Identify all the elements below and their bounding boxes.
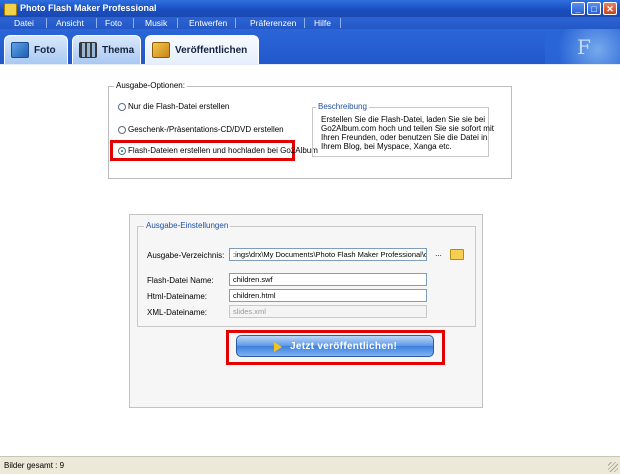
radio-go2album[interactable]	[118, 147, 126, 155]
tab-foto[interactable]: Foto	[4, 35, 68, 64]
publish-button-label: Jetzt veröffentlichen!	[290, 341, 398, 352]
menu-musik[interactable]: Musik	[143, 18, 169, 28]
app-icon	[4, 3, 17, 16]
flash-name-input[interactable]: children.swf	[229, 273, 427, 286]
output-options-legend: Ausgabe-Optionen:	[114, 81, 187, 90]
directory-input[interactable]: :ings\drx\My Documents\Photo Flash Maker…	[229, 248, 427, 261]
menu-hilfe[interactable]: Hilfe	[312, 18, 333, 28]
folder-icon[interactable]	[450, 249, 464, 260]
tab-label: Veröffentlichen	[175, 45, 248, 56]
menu-separator	[177, 18, 178, 28]
html-name-input[interactable]: children.html	[229, 289, 427, 302]
tab-label: Thema	[102, 45, 135, 56]
menu-separator	[340, 18, 341, 28]
menu-datei[interactable]: Datei	[12, 18, 36, 28]
resize-grip-icon[interactable]	[608, 462, 618, 472]
menu-separator	[46, 18, 47, 28]
xml-name-input: slides.xml	[229, 305, 427, 318]
output-settings-legend: Ausgabe-Einstellungen	[144, 221, 231, 230]
menu-separator	[304, 18, 305, 28]
menu-foto[interactable]: Foto	[103, 18, 124, 28]
window-title: Photo Flash Maker Professional	[20, 3, 157, 13]
option-label[interactable]: Nur die Flash-Datei erstellen	[128, 102, 229, 111]
menu-ansicht[interactable]: Ansicht	[54, 18, 86, 28]
description-line: Ihrem Blog, bei Myspace, Xanga etc.	[321, 142, 452, 151]
filmstrip-icon	[79, 42, 97, 58]
menu-praeferenzen[interactable]: Präferenzen	[248, 18, 298, 28]
radio-flash-only[interactable]	[118, 103, 126, 111]
minimize-button[interactable]: _	[571, 2, 585, 15]
photos-icon	[11, 42, 29, 58]
description-line: Ihren Freunden, oder benutzen Sie die Da…	[321, 133, 488, 142]
description-line: Go2Album.com hoch und teilen Sie sie sof…	[321, 124, 494, 133]
menu-entwerfen[interactable]: Entwerfen	[187, 18, 229, 28]
xml-name-label: XML-Dateiname:	[147, 308, 208, 317]
option-label[interactable]: Geschenk-/Präsentations-CD/DVD erstellen	[128, 125, 284, 134]
menu-separator	[235, 18, 236, 28]
publish-icon	[152, 42, 170, 58]
tab-label: Foto	[34, 45, 56, 56]
tab-strip: Foto Thema Veröffentlichen	[0, 29, 620, 65]
flash-name-label: Flash-Datei Name:	[147, 276, 214, 285]
description-legend: Beschreibung	[316, 102, 369, 111]
tab-thema[interactable]: Thema	[72, 35, 141, 64]
menu-bar: Datei Ansicht Foto Musik Entwerfen Präfe…	[0, 17, 620, 29]
menu-separator	[96, 18, 97, 28]
directory-label: Ausgabe-Verzeichnis:	[147, 251, 225, 260]
publish-panel: Ausgabe-Optionen: Nur die Flash-Datei er…	[0, 65, 620, 456]
banner-letter: F	[577, 35, 591, 59]
maximize-button[interactable]: □	[587, 2, 601, 15]
description-line: Erstellen Sie die Flash-Datei, laden Sie…	[321, 115, 486, 124]
title-bar: Photo Flash Maker Professional _ □ ✕	[0, 0, 620, 17]
browse-button[interactable]: ...	[431, 248, 446, 261]
menu-separator	[133, 18, 134, 28]
status-text: Bilder gesamt : 9	[4, 461, 65, 470]
decorative-banner: F	[545, 29, 620, 64]
tab-veroeffentlichen[interactable]: Veröffentlichen	[145, 35, 259, 65]
radio-cd-dvd[interactable]	[118, 126, 126, 134]
option-label[interactable]: Flash-Dateien erstellen und hochladen be…	[128, 146, 318, 155]
html-name-label: Html-Dateiname:	[147, 292, 208, 301]
status-bar: Bilder gesamt : 9	[0, 456, 620, 474]
publish-now-button[interactable]: Jetzt veröffentlichen!	[236, 335, 434, 357]
play-icon	[274, 342, 282, 352]
close-button[interactable]: ✕	[603, 2, 617, 15]
